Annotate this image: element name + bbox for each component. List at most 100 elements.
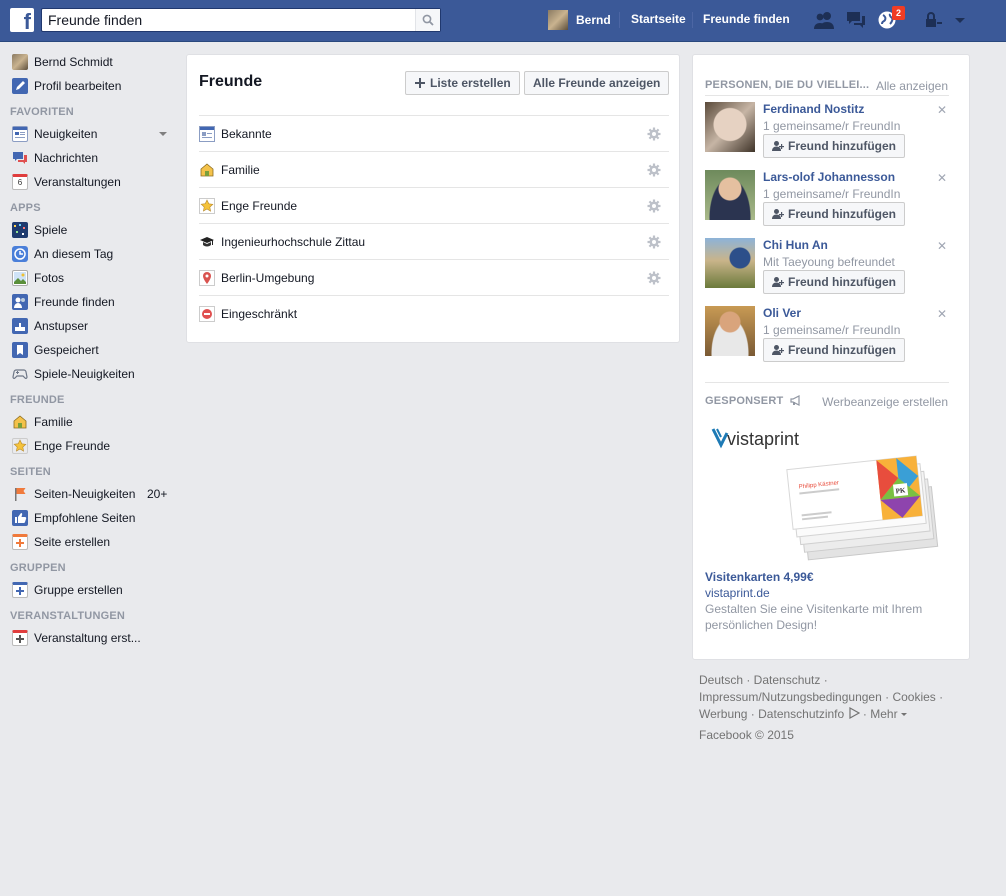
close-icon[interactable]: ✕ (937, 171, 947, 185)
caret-down-icon[interactable] (900, 713, 907, 716)
gear-icon[interactable] (647, 271, 661, 285)
sidebar-item-family[interactable]: Familie (0, 410, 175, 434)
footer-more-link[interactable]: · Mehr (863, 707, 898, 721)
gear-icon[interactable] (647, 127, 661, 141)
sidebar-item-games[interactable]: Spiele (0, 218, 175, 242)
gear-icon[interactable] (647, 235, 661, 249)
search-input[interactable] (42, 9, 416, 31)
create-list-button[interactable]: Liste erstellen (405, 71, 520, 95)
footer-links[interactable]: Werbung · Datenschutzinfo (699, 707, 844, 721)
sidebar-section-heading[interactable]: FREUNDE (0, 386, 175, 410)
profile-picture[interactable] (705, 238, 755, 288)
sidebar-item-events[interactable]: 6 Veranstaltungen (0, 170, 175, 194)
adchoices-icon[interactable] (848, 706, 860, 720)
sidebar-item-photos[interactable]: Fotos (0, 266, 175, 290)
notification-badge: 2 (892, 6, 905, 20)
nav-profile-link[interactable]: Bernd (548, 9, 611, 31)
ad-title-link[interactable]: Visitenkarten 4,99€ (705, 570, 814, 584)
create-group-icon (12, 582, 28, 598)
privacy-lock-icon[interactable] (922, 10, 944, 30)
sidebar-section-heading[interactable]: APPS (0, 194, 175, 218)
nav-divider (619, 12, 620, 28)
show-all-friends-button[interactable]: Alle Freunde anzeigen (524, 71, 670, 95)
pymk-see-all-link[interactable]: Alle anzeigen (876, 79, 948, 93)
sidebar-item-profile[interactable]: Bernd Schmidt (0, 50, 175, 74)
games-icon (12, 222, 28, 238)
sidebar-item-create-page[interactable]: Seite erstellen (0, 530, 175, 554)
footer-links[interactable]: Deutsch · Datenschutz · (699, 672, 959, 689)
pymk-name-link[interactable]: Ferdinand Nostitz (763, 102, 864, 116)
sponsored-heading: GESPONSERT (705, 395, 802, 407)
pymk-name-link[interactable]: Chi Hun An (763, 238, 828, 252)
search-button[interactable] (415, 9, 440, 31)
list-label: Berlin-Umgebung (221, 270, 315, 285)
sidebar-item-label: Seite erstellen (34, 535, 111, 549)
sidebar-item-saved[interactable]: Gespeichert (0, 338, 175, 362)
sidebar-section-heading[interactable]: FAVORITEN (0, 98, 175, 122)
add-friend-icon (772, 209, 784, 219)
profile-picture[interactable] (705, 102, 755, 152)
facebook-logo[interactable]: f (10, 8, 34, 32)
list-item[interactable]: Eingeschränkt (199, 295, 669, 331)
sidebar-item-create-event[interactable]: Veranstaltung erst... (0, 626, 175, 650)
ad-card-initials: PK (895, 486, 906, 495)
close-icon[interactable]: ✕ (937, 239, 947, 253)
footer-links[interactable]: Impressum/Nutzungsbedingungen · Cookies … (699, 689, 959, 706)
list-item[interactable]: Enge Freunde (199, 187, 669, 223)
create-event-icon (12, 630, 28, 646)
list-label: Bekannte (221, 126, 272, 141)
sidebar-item-liked-pages[interactable]: Empfohlene Seiten (0, 506, 175, 530)
family-house-icon (12, 414, 28, 430)
add-friend-button[interactable]: Freund hinzufügen (763, 134, 905, 158)
sidebar-section-heading[interactable]: VERANSTALTUNGEN (0, 602, 175, 626)
sidebar-item-create-group[interactable]: Gruppe erstellen (0, 578, 175, 602)
photos-icon (12, 270, 28, 286)
pymk-name-link[interactable]: Oli Ver (763, 306, 801, 320)
game-feed-icon (12, 366, 28, 382)
settings-dropdown-icon[interactable] (952, 10, 974, 30)
sidebar-item-pages-feed[interactable]: Seiten-Neuigkeiten 20+ (0, 482, 175, 506)
ad-domain-link[interactable]: vistaprint.de (705, 586, 770, 600)
add-friend-button[interactable]: Freund hinzufügen (763, 270, 905, 294)
list-item[interactable]: Ingenieurhochschule Zittau (199, 223, 669, 259)
ad-image[interactable]: vistaprint Philipp Kästner PK (705, 421, 957, 561)
messages-icon[interactable] (845, 10, 867, 30)
sidebar-item-edit-profile[interactable]: Profil bearbeiten (0, 74, 175, 98)
create-ad-link[interactable]: Werbeanzeige erstellen (822, 395, 948, 409)
sidebar-item-game-feed[interactable]: Spiele-Neuigkeiten (0, 362, 175, 386)
profile-picture[interactable] (705, 306, 755, 356)
sidebar-section-heading[interactable]: GRUPPEN (0, 554, 175, 578)
nav-home-link[interactable]: Startseite (631, 12, 686, 26)
sidebar-item-find-friends[interactable]: Freunde finden (0, 290, 175, 314)
sidebar-item-news-feed[interactable]: Neuigkeiten (0, 122, 175, 146)
list-item[interactable]: Familie (199, 151, 669, 187)
sidebar-section-heading[interactable]: SEITEN (0, 458, 175, 482)
close-icon[interactable]: ✕ (937, 103, 947, 117)
nav-find-friends-link[interactable]: Freunde finden (703, 12, 790, 26)
add-friend-button[interactable]: Freund hinzufügen (763, 202, 905, 226)
pymk-heading: PERSONEN, DIE DU VIELLEI... (705, 79, 870, 91)
list-label: Enge Freunde (221, 198, 298, 213)
gear-icon[interactable] (647, 199, 661, 213)
megaphone-icon (790, 395, 800, 406)
sidebar-item-label: Spiele-Neuigkeiten (34, 367, 135, 381)
close-icon[interactable]: ✕ (937, 307, 947, 321)
pages-feed-count: 20+ (147, 487, 168, 501)
sidebar-item-close-friends[interactable]: Enge Freunde (0, 434, 175, 458)
pymk-name-link[interactable]: Lars-olof Johannesson (763, 170, 895, 184)
nav-divider (692, 12, 693, 28)
pymk-person: Oli Ver 1 gemeinsame/r FreundIn Freund h… (705, 306, 949, 370)
list-item[interactable]: Bekannte (199, 115, 669, 151)
friend-requests-icon[interactable] (813, 10, 835, 30)
add-friend-button[interactable]: Freund hinzufügen (763, 338, 905, 362)
gear-icon[interactable] (647, 163, 661, 177)
chevron-down-icon[interactable] (159, 132, 167, 136)
profile-picture[interactable] (705, 170, 755, 220)
sidebar-item-on-this-day[interactable]: An diesem Tag (0, 242, 175, 266)
add-friend-label: Freund hinzufügen (788, 139, 896, 153)
sidebar-item-pokes[interactable]: Anstupser (0, 314, 175, 338)
sidebar-item-messages[interactable]: Nachrichten (0, 146, 175, 170)
list-item[interactable]: Berlin-Umgebung (199, 259, 669, 295)
add-friend-icon (772, 141, 784, 151)
sidebar-item-label: Enge Freunde (34, 439, 111, 453)
